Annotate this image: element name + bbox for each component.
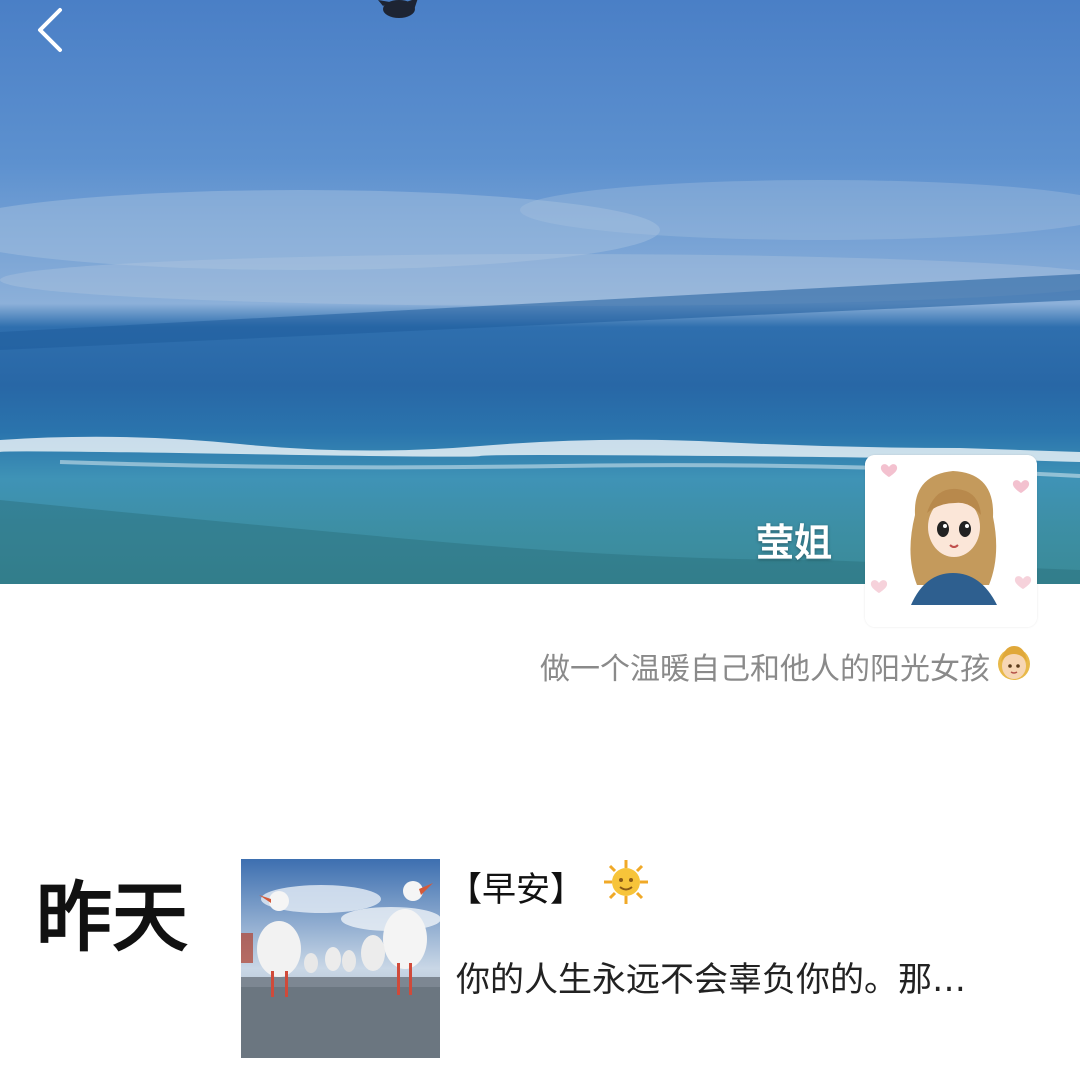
post-title[interactable]: 【早安】 bbox=[448, 858, 650, 915]
seagulls-photo bbox=[241, 859, 440, 1058]
cartoon-girl-avatar bbox=[865, 455, 1037, 627]
signature-text: 做一个温暖自己和他人的阳光女孩 bbox=[540, 652, 990, 687]
back-button[interactable] bbox=[34, 6, 78, 54]
profile-nickname: 莹姐 bbox=[755, 521, 832, 565]
sun-face-emoji-icon bbox=[602, 858, 650, 915]
girl-face-emoji-icon bbox=[992, 640, 1036, 692]
chevron-left-icon bbox=[38, 8, 62, 52]
profile-signature: 做一个温暖自己和他人的阳光女孩 bbox=[540, 644, 1036, 688]
post-thumbnail[interactable] bbox=[241, 859, 440, 1058]
post-title-text: 【早安】 bbox=[448, 869, 584, 910]
timeline-day-label: 昨天 bbox=[36, 873, 188, 962]
bird-silhouette bbox=[378, 0, 418, 18]
post-snippet[interactable]: 你的人生永远不会辜负你的。那… bbox=[456, 952, 1046, 1001]
avatar[interactable] bbox=[865, 455, 1037, 627]
